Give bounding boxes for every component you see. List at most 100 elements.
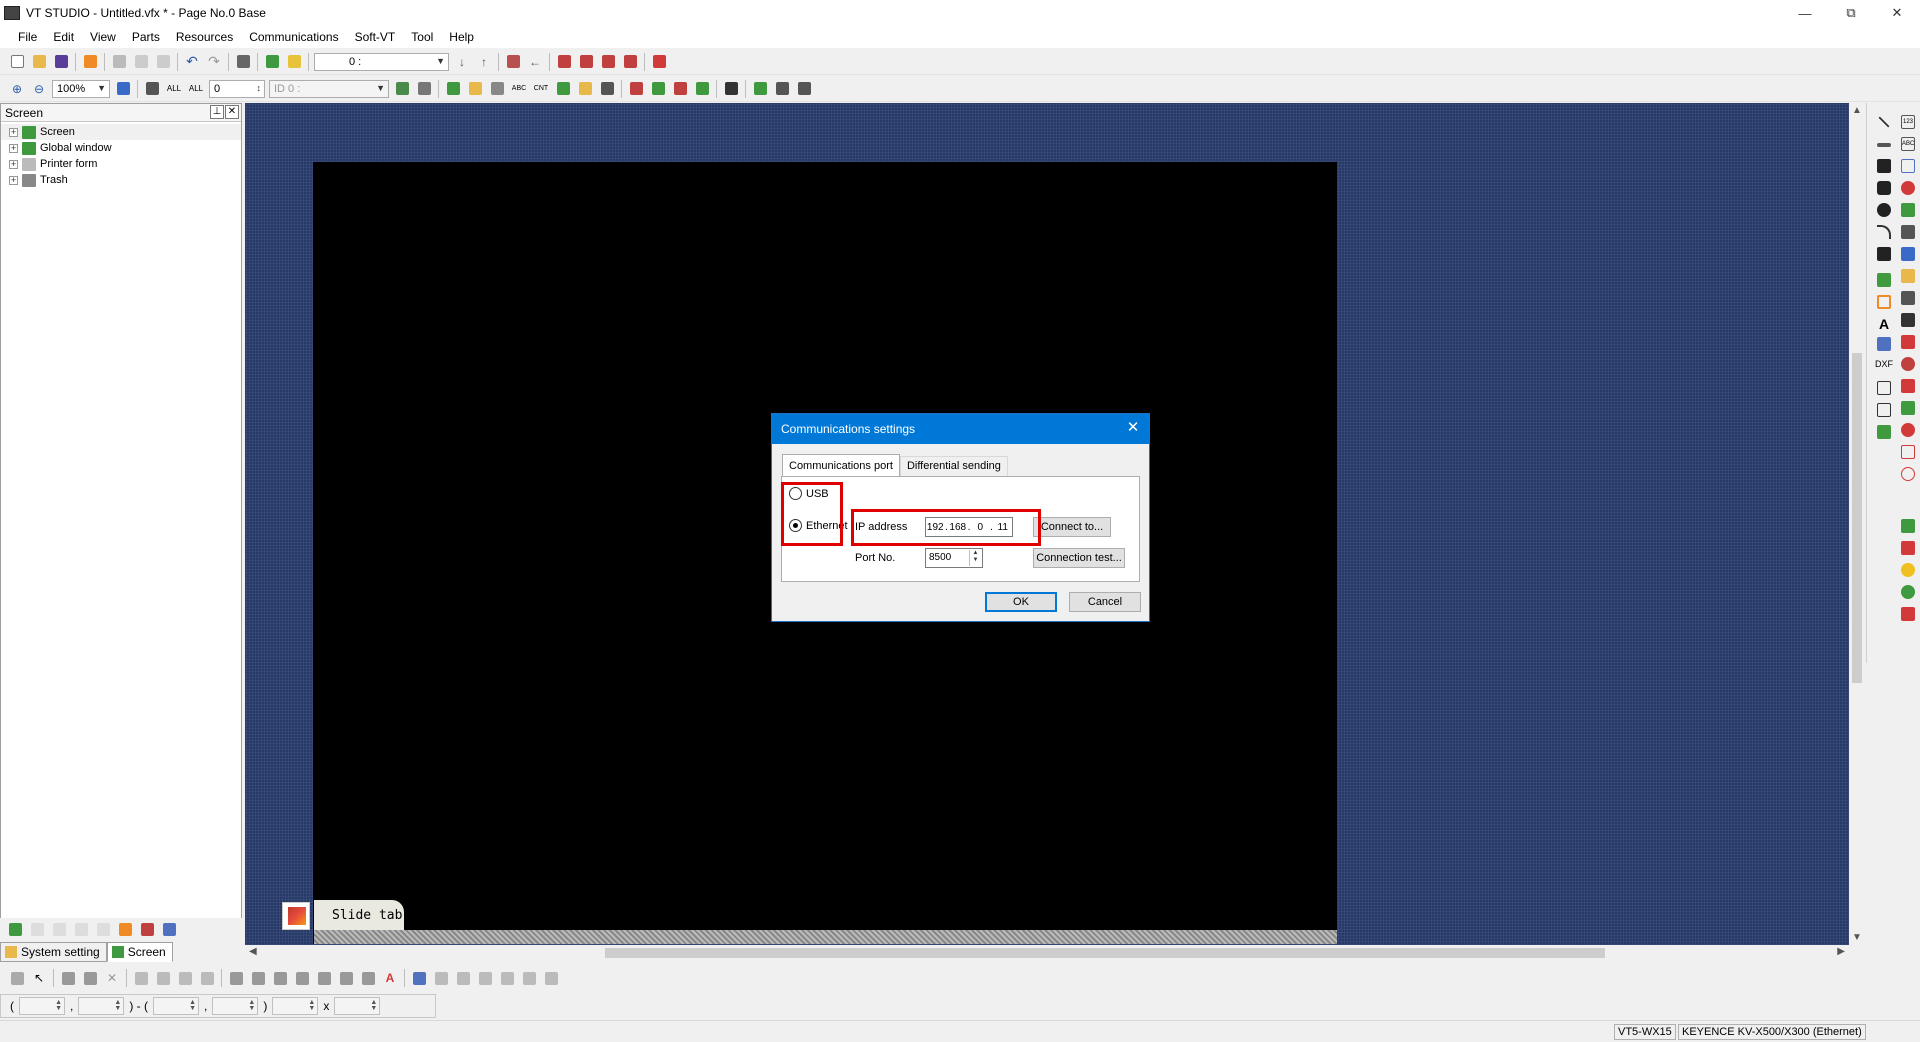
align-top-icon[interactable]: [292, 968, 312, 988]
tree-item-global-window[interactable]: + Global window: [1, 140, 241, 156]
zoom-select[interactable]: 100% ▼: [52, 79, 110, 98]
align-bottom-icon[interactable]: [336, 968, 356, 988]
part-icon-3[interactable]: [487, 79, 507, 99]
ok-button[interactable]: OK: [985, 592, 1057, 612]
copy-page-icon[interactable]: [49, 919, 69, 939]
network-icon-2[interactable]: [772, 79, 792, 99]
tab-screen[interactable]: Screen: [106, 942, 173, 962]
pointer-icon[interactable]: ↖: [29, 968, 49, 988]
input-part-icon[interactable]: [1901, 313, 1915, 327]
arrange-icon-5[interactable]: [497, 968, 517, 988]
port-stepper[interactable]: 8500 ▲ ▼: [925, 548, 983, 568]
expand-icon[interactable]: +: [9, 127, 18, 137]
ungroup-icon[interactable]: [80, 968, 100, 988]
tab-system-setting[interactable]: System setting: [0, 942, 107, 962]
layer-icon[interactable]: [649, 52, 669, 72]
width-field[interactable]: ▲ ▼: [272, 997, 319, 1015]
menu-edit[interactable]: Edit: [45, 26, 82, 48]
slide-tab-icon[interactable]: [282, 902, 310, 930]
tree-item-trash[interactable]: + Trash: [1, 172, 241, 188]
page-up-icon[interactable]: ↑: [474, 52, 494, 72]
ellipse-icon[interactable]: [1877, 203, 1891, 217]
y2-field[interactable]: ▲ ▼: [212, 997, 259, 1015]
export-icon[interactable]: [115, 919, 135, 939]
flip-v-icon[interactable]: [175, 968, 195, 988]
bar-graph-icon[interactable]: [1901, 379, 1915, 393]
delete-page-icon[interactable]: [93, 919, 113, 939]
jump-icon[interactable]: [503, 52, 523, 72]
sector-icon[interactable]: [1877, 247, 1891, 261]
menu-parts[interactable]: Parts: [124, 26, 168, 48]
expand-icon[interactable]: +: [9, 143, 18, 153]
window-icon-1[interactable]: [554, 52, 574, 72]
rectangle-icon[interactable]: [1877, 159, 1891, 173]
image-icon[interactable]: [392, 79, 412, 99]
list-icon[interactable]: [1901, 159, 1915, 173]
layers-icon[interactable]: [159, 919, 179, 939]
layer-stepper[interactable]: 0 ↕: [209, 79, 265, 98]
align-icon[interactable]: [142, 79, 162, 99]
copy-icon[interactable]: [131, 52, 151, 72]
part-icon-12[interactable]: [692, 79, 712, 99]
part-icon-9[interactable]: [626, 79, 646, 99]
expand-icon[interactable]: +: [9, 175, 18, 185]
align-middle-icon[interactable]: [314, 968, 334, 988]
graph-icon[interactable]: [1877, 273, 1891, 287]
text-icon[interactable]: A: [1877, 317, 1891, 331]
group-icon[interactable]: [58, 968, 78, 988]
monitor-icon[interactable]: [721, 79, 741, 99]
align-right-icon[interactable]: [270, 968, 290, 988]
image-part-icon[interactable]: [1877, 337, 1891, 351]
horizontal-scrollbar[interactable]: ◀ ▶: [245, 945, 1849, 961]
part-icon-6[interactable]: [553, 79, 573, 99]
network-icon-1[interactable]: [750, 79, 770, 99]
vertical-scrollbar[interactable]: ▲ ▼: [1849, 103, 1865, 945]
lamp-icon[interactable]: [1901, 247, 1915, 261]
edit-icon[interactable]: [5, 919, 25, 939]
scatter-icon[interactable]: [1901, 445, 1915, 459]
flip-h-icon[interactable]: [153, 968, 173, 988]
duplicate-icon[interactable]: [137, 919, 157, 939]
part-icon-1[interactable]: [443, 79, 463, 99]
bulb-icon[interactable]: [1901, 563, 1915, 577]
meter-icon[interactable]: [1901, 203, 1915, 217]
camera-icon[interactable]: [1901, 357, 1915, 371]
paste-page-icon[interactable]: [71, 919, 91, 939]
mirror-icon[interactable]: [197, 968, 217, 988]
part-icon-11[interactable]: [670, 79, 690, 99]
dxf-icon[interactable]: DXF: [1873, 359, 1895, 373]
save-icon[interactable]: [51, 52, 71, 72]
find-icon[interactable]: [414, 79, 434, 99]
lamp-red-icon[interactable]: [1901, 541, 1915, 555]
page-down-icon[interactable]: ↓: [452, 52, 472, 72]
expand-icon[interactable]: +: [9, 159, 18, 169]
paste-icon[interactable]: [153, 52, 173, 72]
y1-field[interactable]: ▲ ▼: [78, 997, 125, 1015]
button-part-icon[interactable]: [1901, 607, 1915, 621]
open-file-icon[interactable]: [29, 52, 49, 72]
align-center-icon[interactable]: [248, 968, 268, 988]
menu-resources[interactable]: Resources: [168, 26, 241, 48]
pie-icon[interactable]: [1901, 423, 1915, 437]
arrange-icon-7[interactable]: [541, 968, 561, 988]
spin-icon[interactable]: ▲ ▼: [969, 550, 981, 566]
edit-screen-icon[interactable]: [262, 52, 282, 72]
calendar-icon[interactable]: [1901, 335, 1915, 349]
menu-tool[interactable]: Tool: [403, 26, 441, 48]
part-icon-10[interactable]: [648, 79, 668, 99]
height-field[interactable]: ▲ ▼: [334, 997, 381, 1015]
connect-to-button[interactable]: Connect to...: [1033, 517, 1111, 537]
close-window-button[interactable]: ✕: [1874, 0, 1920, 26]
zoom-in-icon[interactable]: ⊕: [7, 79, 27, 99]
menu-soft-vt[interactable]: Soft-VT: [347, 26, 404, 48]
menu-file[interactable]: File: [10, 26, 45, 48]
menu-help[interactable]: Help: [441, 26, 482, 48]
line-icon[interactable]: [1878, 116, 1890, 128]
window-icon-3[interactable]: [598, 52, 618, 72]
slide-tab[interactable]: Slide tab: [314, 900, 404, 930]
grid-part-icon[interactable]: [1877, 403, 1891, 417]
delete-icon[interactable]: ✕: [102, 968, 122, 988]
all-up-icon[interactable]: ALL: [164, 79, 184, 99]
light-icon[interactable]: [1901, 585, 1915, 599]
restore-button[interactable]: ⧉: [1828, 0, 1874, 26]
